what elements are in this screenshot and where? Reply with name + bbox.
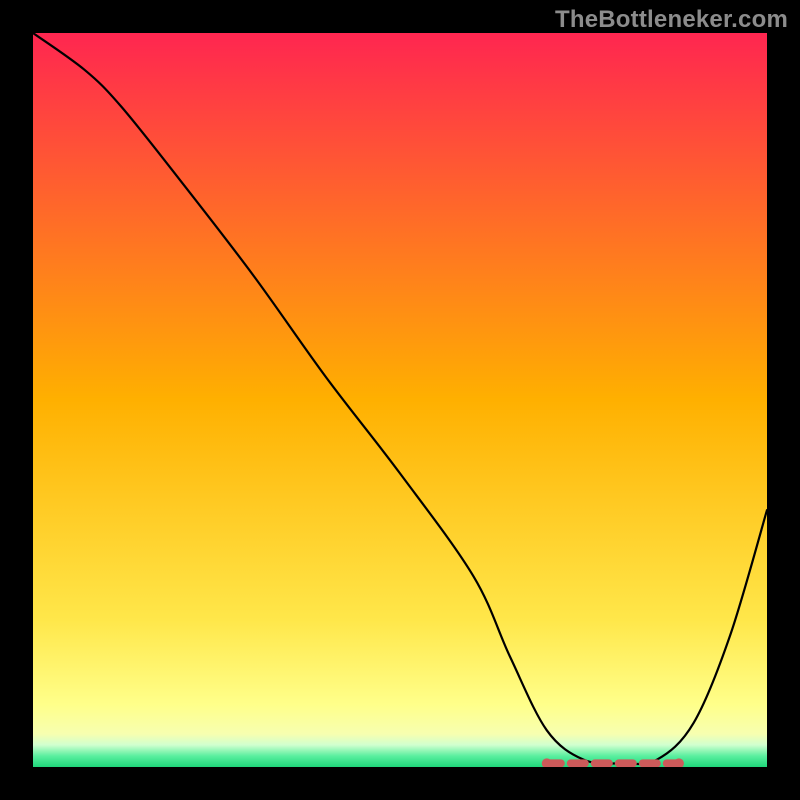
gradient-background	[33, 33, 767, 767]
chart-plot-area	[33, 33, 767, 767]
chart-svg	[33, 33, 767, 767]
chart-stage: TheBottleneker.com	[0, 0, 800, 800]
watermark-text: TheBottleneker.com	[555, 6, 788, 34]
